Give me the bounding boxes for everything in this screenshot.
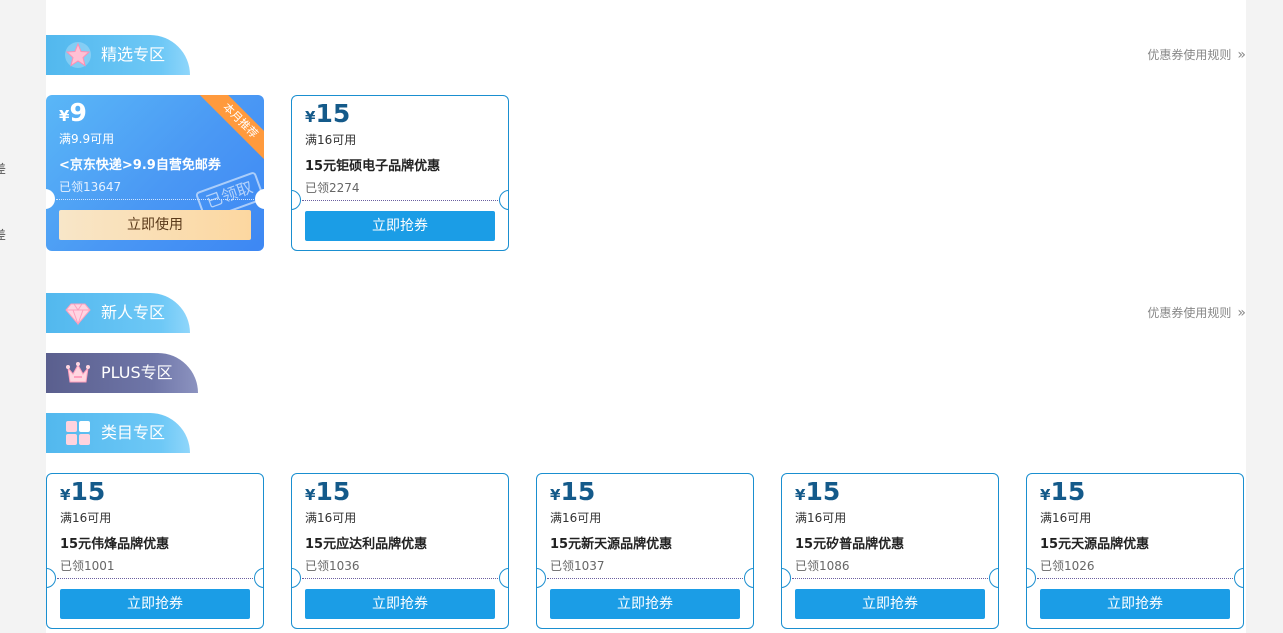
tab-plus[interactable]: PLUS专区 [46,353,198,393]
coupon-center: 精选专区 优惠券使用规则 » 本月推荐 ¥9 满9.9可用 <京东快递>9.9自营… [46,0,1246,633]
coupon-notch [499,190,508,210]
coupon-amount: ¥15 [305,99,351,128]
coupon-notch [782,568,791,588]
rules-label: 优惠券使用规则 [1147,306,1232,320]
coupon-title: 15元应达利品牌优惠 [305,537,428,552]
grab-coupon-button[interactable]: 立即抢券 [305,589,495,619]
coupon-condition: 满16可用 [60,511,112,525]
coupon-notch [499,568,508,588]
edge-text: 差 [0,228,7,242]
section-featured-header: 精选专区 优惠券使用规则 » [46,35,1246,75]
coupon-title: 15元新天源品牌优惠 [550,537,673,552]
coupon-notch [744,568,753,588]
tab-category[interactable]: 类目专区 [46,413,190,453]
coupon-amount: ¥15 [60,477,106,506]
use-now-button[interactable]: 立即使用 [59,210,251,240]
coupon-claimed-count: 已领1037 [550,559,605,573]
double-chevron-right-icon: » [1237,305,1246,321]
grab-coupon-button[interactable]: 立即抢券 [795,589,985,619]
coupon-amount: ¥15 [795,477,841,506]
coupon-rules-link[interactable]: 优惠券使用规则 » [1147,46,1246,63]
grid-icon [66,421,90,445]
coupon-claimed-count: 已领1086 [795,559,850,573]
section-title: 新人专区 [101,303,166,322]
coupon-title: 15元矽普品牌优惠 [795,537,905,552]
coupon-notch [292,190,301,210]
coupon-condition: 满16可用 [305,511,357,525]
coupon-claimed-count: 已领13647 [59,180,122,194]
coupon-condition: 满16可用 [1040,511,1092,525]
grab-coupon-button[interactable]: 立即抢券 [305,211,495,241]
coupon-condition: 满16可用 [795,511,847,525]
coupon-divider [56,199,254,200]
coupon-title: 15元伟烽品牌优惠 [60,537,170,552]
edge-text: 差 [0,162,7,176]
coupon-card: ¥15 满16可用 15元矽普品牌优惠 已领1086 立即抢券 [781,473,999,629]
coupon-condition: 满9.9可用 [59,132,115,146]
double-chevron-right-icon: » [1237,47,1246,63]
coupon-notch [1027,568,1036,588]
grab-coupon-button[interactable]: 立即抢券 [550,589,740,619]
coupon-divider [792,578,988,579]
coupon-title: 15元钜硕电子品牌优惠 [305,159,441,174]
coupon-notch [1234,568,1243,588]
coupon-amount: ¥15 [305,477,351,506]
coupon-title: 15元天源品牌优惠 [1040,537,1150,552]
coupon-divider [547,578,743,579]
crown-icon [66,362,90,383]
section-newcomer-header: 新人专区 优惠券使用规则 » [46,293,1246,333]
tab-featured[interactable]: 精选专区 [46,35,190,75]
rules-label: 优惠券使用规则 [1147,48,1232,62]
coupon-notch [46,189,55,209]
coupon-divider [57,578,253,579]
coupon-claimed-count: 已领1001 [60,559,115,573]
section-title: 类目专区 [101,423,166,442]
coupon-rules-link[interactable]: 优惠券使用规则 » [1147,304,1246,321]
section-plus-header: PLUS专区 [46,353,1246,393]
coupon-card: ¥15 满16可用 15元钜硕电子品牌优惠 已领2274 立即抢券 [291,95,509,251]
section-title: 精选专区 [101,45,166,64]
diamond-icon [65,303,91,326]
coupon-amount: ¥15 [1040,477,1086,506]
coupon-card: ¥15 满16可用 15元新天源品牌优惠 已领1037 立即抢券 [536,473,754,629]
coupon-card: ¥15 满16可用 15元应达利品牌优惠 已领1036 立即抢券 [291,473,509,629]
section-category-header: 类目专区 [46,413,1246,453]
coupon-divider [1037,578,1233,579]
coupon-condition: 满16可用 [550,511,602,525]
grab-coupon-button[interactable]: 立即抢券 [1040,589,1230,619]
coupon-condition: 满16可用 [305,133,357,147]
coupon-notch [47,568,56,588]
coupon-notch [989,568,998,588]
grab-coupon-button[interactable]: 立即抢券 [60,589,250,619]
coupon-amount: ¥15 [550,477,596,506]
coupon-card: ¥15 满16可用 15元伟烽品牌优惠 已领1001 立即抢券 [46,473,264,629]
coupon-notch [255,189,264,209]
coupon-card: ¥15 满16可用 15元天源品牌优惠 已领1026 立即抢券 [1026,473,1244,629]
star-icon [65,42,91,68]
coupon-claimed-count: 已领2274 [305,181,360,195]
coupon-divider [302,200,498,201]
coupon-card: 本月推荐 ¥9 满9.9可用 <京东快递>9.9自营免邮券 已领13647 已领… [46,95,264,251]
coupon-notch [292,568,301,588]
coupon-notch [254,568,263,588]
coupon-amount: ¥9 [59,98,87,127]
coupon-title: <京东快递>9.9自营免邮券 [59,158,221,173]
section-title: PLUS专区 [101,363,173,382]
coupon-claimed-count: 已领1026 [1040,559,1095,573]
coupon-claimed-count: 已领1036 [305,559,360,573]
tab-newcomer[interactable]: 新人专区 [46,293,190,333]
coupon-notch [537,568,546,588]
coupon-divider [302,578,498,579]
